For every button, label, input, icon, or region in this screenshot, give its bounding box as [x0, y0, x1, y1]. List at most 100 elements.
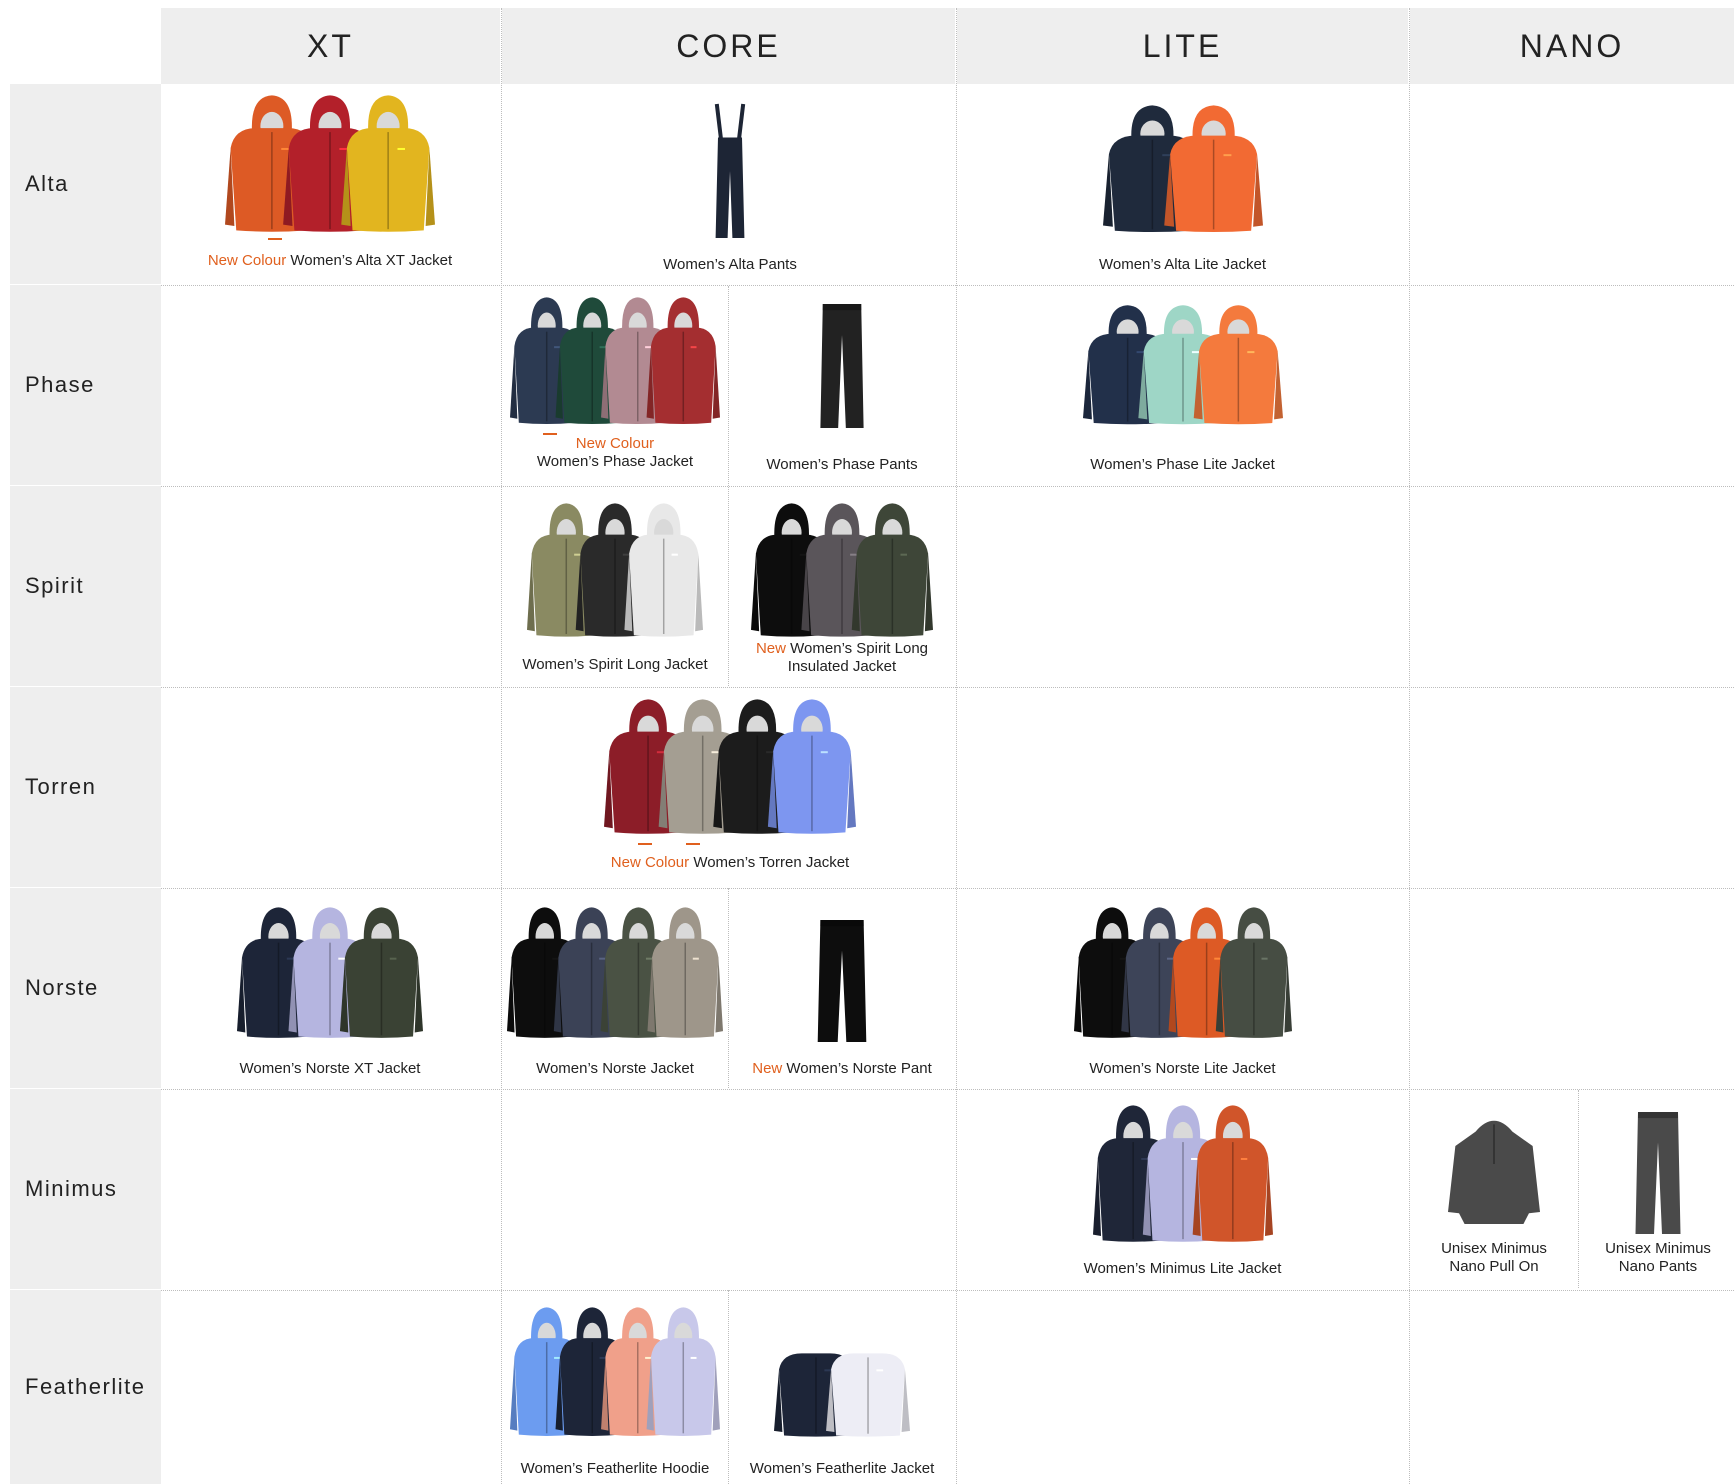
- product-featherlite-jacket[interactable]: Women’s Featherlite Jacket: [732, 1326, 952, 1478]
- product-name: Women’s Norste XT Jacket: [239, 1060, 421, 1077]
- product-spirit-long-insulated[interactable]: New Women’s Spirit Long Insulated Jacket: [732, 502, 952, 676]
- row-label-featherlite: Featherlite: [10, 1290, 161, 1484]
- pullon-image: [1448, 1120, 1540, 1224]
- product-torren[interactable]: New Colour Women’s Torren Jacket: [565, 698, 895, 872]
- new-colour-marker: [543, 433, 557, 435]
- product-featherlite-hoodie[interactable]: Women’s Featherlite Hoodie: [505, 1306, 725, 1478]
- grid-divider: [501, 8, 502, 1484]
- product-caption: New Women’s Norste Pant: [752, 1060, 932, 1078]
- row-label-phase: Phase: [10, 285, 161, 485]
- bib-pants-image: [714, 103, 746, 238]
- new-colour-marker: [638, 843, 652, 845]
- product-minimus-nano-pullon[interactable]: Unisex Minimus Nano Pull On: [1412, 1110, 1576, 1276]
- product-name: Women’s Norste Pant: [786, 1060, 932, 1077]
- column-header-label: LITE: [1142, 27, 1223, 64]
- grid-divider: [161, 1290, 1734, 1291]
- product-phase-pants[interactable]: Women’s Phase Pants: [732, 304, 952, 474]
- product-alta-pants[interactable]: Women’s Alta Pants: [560, 103, 900, 274]
- grid-divider: [1578, 1090, 1579, 1288]
- row-label-text: Spirit: [25, 573, 85, 598]
- product-alta-lite[interactable]: Women’s Alta Lite Jacket: [1030, 104, 1335, 274]
- new-tag: New: [752, 1060, 783, 1077]
- jacket-image: [527, 503, 703, 637]
- pants-image: [817, 920, 867, 1042]
- product-phase-jacket[interactable]: New Colour Women’s Phase Jacket: [505, 296, 725, 471]
- product-alta-xt[interactable]: New Colour Women’s Alta XT Jacket: [180, 94, 480, 270]
- product-caption: Unisex Minimus Nano Pull On: [1441, 1240, 1547, 1276]
- row-label-alta: Alta: [10, 84, 161, 284]
- product-name: Women’s Featherlite Hoodie: [520, 1460, 710, 1477]
- row-label-text: Alta: [25, 171, 69, 196]
- column-header-core: CORE: [502, 8, 955, 84]
- product-name: Women’s Minimus Lite Jacket: [1083, 1260, 1282, 1277]
- product-caption: Women’s Spirit Long Jacket: [522, 656, 707, 674]
- jacket-image: [510, 1307, 720, 1436]
- product-name: Insulated Jacket: [787, 658, 897, 675]
- product-caption: Women’s Norste Lite Jacket: [1089, 1060, 1275, 1078]
- column-header-nano: NANO: [1410, 8, 1734, 84]
- jacket-image: [1102, 105, 1263, 233]
- product-name: Women’s Torren Jacket: [693, 854, 850, 871]
- grid-divider: [161, 687, 1734, 688]
- column-header-label: NANO: [1519, 27, 1625, 64]
- product-name: Women’s Alta Pants: [663, 256, 797, 273]
- row-label-minimus: Minimus: [10, 1089, 161, 1289]
- product-caption: Women’s Norste Jacket: [536, 1060, 694, 1078]
- product-caption: Women’s Norste XT Jacket: [240, 1060, 421, 1078]
- row-label-text: Minimus: [25, 1176, 118, 1201]
- product-name: Nano Pants: [1618, 1258, 1698, 1275]
- product-name: Nano Pull On: [1449, 1258, 1539, 1275]
- product-norste-pant[interactable]: New Women’s Norste Pant: [732, 920, 952, 1078]
- grid-divider: [161, 285, 1734, 286]
- row-label-text: Phase: [25, 372, 95, 397]
- new-tag: New: [755, 640, 786, 657]
- product-name: Women’s Alta XT Jacket: [290, 252, 453, 269]
- product-caption: Unisex Minimus Nano Pants: [1605, 1240, 1711, 1276]
- jacket-image: [774, 1353, 910, 1437]
- product-name: Women’s Spirit Long: [790, 640, 929, 657]
- jacket-image: [510, 297, 720, 425]
- column-header-label: XT: [307, 27, 354, 64]
- column-header-label: CORE: [676, 27, 781, 64]
- product-name: Women’s Norste Jacket: [536, 1060, 694, 1077]
- grid-divider: [728, 888, 729, 1088]
- pants-image: [820, 304, 864, 428]
- pants-image: [1635, 1112, 1681, 1234]
- row-label-text: Norste: [25, 975, 99, 1000]
- new-colour-marker: [268, 238, 282, 240]
- product-minimus-lite[interactable]: Women’s Minimus Lite Jacket: [1030, 1104, 1335, 1278]
- new-colour-tag: New Colour: [575, 435, 655, 452]
- jacket-image: [1073, 907, 1292, 1038]
- jacket-image: [1092, 1105, 1273, 1242]
- row-label-text: Featherlite: [25, 1374, 146, 1399]
- grid-divider: [1409, 8, 1410, 1484]
- product-norste-xt[interactable]: Women’s Norste XT Jacket: [180, 906, 480, 1078]
- product-name: Women’s Alta Lite Jacket: [1098, 256, 1267, 273]
- grid-divider: [161, 1089, 1734, 1090]
- row-label-text: Torren: [25, 774, 97, 799]
- new-colour-tag: New Colour: [207, 252, 287, 269]
- product-caption: New Colour Women’s Alta XT Jacket: [208, 252, 452, 270]
- grid-divider: [161, 486, 1734, 487]
- product-norste-lite[interactable]: Women’s Norste Lite Jacket: [1030, 906, 1335, 1078]
- grid-divider: [728, 1290, 729, 1484]
- product-name: Women’s Phase Lite Jacket: [1090, 456, 1275, 473]
- grid-divider: [161, 888, 1734, 889]
- product-norste-jacket[interactable]: Women’s Norste Jacket: [505, 906, 725, 1078]
- row-label-spirit: Spirit: [10, 486, 161, 686]
- jacket-image: [604, 699, 856, 834]
- product-caption: Women’s Phase Pants: [766, 456, 917, 474]
- product-caption: Women’s Featherlite Hoodie: [521, 1460, 710, 1478]
- product-name: Women’s Norste Lite Jacket: [1089, 1060, 1276, 1077]
- product-name: Unisex Minimus: [1441, 1240, 1547, 1257]
- product-name: Unisex Minimus: [1605, 1240, 1711, 1257]
- product-caption: New Colour Women’s Torren Jacket: [611, 854, 849, 872]
- product-name: Women’s Spirit Long Jacket: [522, 656, 708, 673]
- product-spirit-long[interactable]: Women’s Spirit Long Jacket: [505, 502, 725, 674]
- new-colour-tag: New Colour: [610, 854, 690, 871]
- product-phase-lite[interactable]: Women’s Phase Lite Jacket: [1030, 304, 1335, 474]
- row-label-norste: Norste: [10, 888, 161, 1088]
- product-caption: Women’s Minimus Lite Jacket: [1084, 1260, 1282, 1278]
- new-colour-marker: [686, 843, 700, 845]
- product-minimus-nano-pants[interactable]: Unisex Minimus Nano Pants: [1582, 1112, 1734, 1276]
